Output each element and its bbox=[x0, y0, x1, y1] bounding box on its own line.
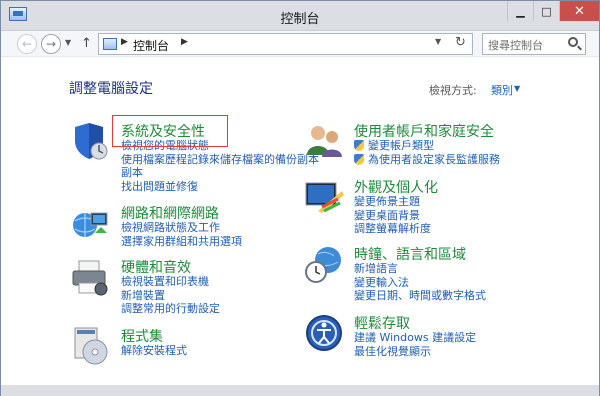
up-arrow-icon: ↑ bbox=[81, 36, 92, 51]
breadcrumb-separator-icon[interactable]: ▶ bbox=[121, 37, 128, 47]
programs-icon bbox=[74, 327, 108, 365]
view-by-label: 檢視方式: bbox=[429, 84, 477, 97]
search-input[interactable]: 搜尋控制台 bbox=[482, 33, 586, 55]
forward-button[interactable]: → bbox=[41, 34, 61, 54]
category-title[interactable]: 使用者帳戶和家庭安全 bbox=[354, 121, 494, 141]
category-title[interactable]: 程式集 bbox=[121, 326, 163, 346]
close-button[interactable]: ✕ bbox=[559, 1, 599, 21]
recent-pages-dropdown[interactable]: ▼ bbox=[65, 38, 71, 47]
status-bar bbox=[1, 385, 599, 396]
clock-globe-icon bbox=[305, 247, 341, 283]
link-mobility-settings[interactable]: 調整常用的行動設定 bbox=[121, 302, 220, 316]
selection-highlight-box bbox=[112, 115, 228, 147]
link-troubleshoot[interactable]: 找出問題並修復 bbox=[121, 180, 319, 194]
link-uninstall-program[interactable]: 解除安裝程式 bbox=[121, 344, 187, 358]
breadcrumb-separator-icon[interactable]: ▶ bbox=[181, 37, 188, 47]
link-add-device[interactable]: 新增裝置 bbox=[121, 289, 220, 303]
shield-icon bbox=[75, 123, 108, 160]
chevron-down-icon: ▼ bbox=[65, 38, 72, 47]
minimize-button[interactable]: ▁ bbox=[507, 1, 533, 21]
search-placeholder: 搜尋控制台 bbox=[488, 39, 543, 52]
forward-arrow-icon: → bbox=[45, 37, 57, 51]
printer-icon bbox=[72, 260, 108, 296]
control-panel-window: 控制台 ▁ □ ✕ ← → ▼ ↑ ▶ 控制台 ▶ ▼ ↻ 搜尋控制台 調整電腦… bbox=[0, 0, 600, 396]
category-title[interactable]: 外觀及個人化 bbox=[354, 177, 438, 197]
link-change-input-method[interactable]: 變更輸入法 bbox=[354, 276, 486, 290]
link-optimize-display[interactable]: 最佳化視覺顯示 bbox=[354, 345, 476, 359]
refresh-icon[interactable]: ↻ bbox=[455, 35, 466, 50]
link-devices-printers[interactable]: 檢視裝置和印表機 bbox=[121, 275, 220, 289]
back-arrow-icon: ← bbox=[21, 37, 33, 51]
address-dropdown-icon[interactable]: ▼ bbox=[435, 37, 441, 46]
appearance-icon bbox=[305, 182, 344, 213]
breadcrumb-control-panel[interactable]: 控制台 bbox=[133, 37, 169, 54]
maximize-button[interactable]: □ bbox=[533, 1, 559, 21]
maximize-icon: □ bbox=[541, 4, 552, 18]
link-desktop-background[interactable]: 變更桌面背景 bbox=[354, 209, 431, 223]
title-bar[interactable]: 控制台 ▁ □ ✕ bbox=[1, 1, 599, 31]
ease-of-access-icon bbox=[306, 315, 342, 351]
address-bar[interactable]: ▶ 控制台 ▶ ▼ ↻ bbox=[98, 33, 473, 55]
link-date-time-format[interactable]: 變更日期、時間或數字格式 bbox=[354, 289, 486, 303]
page-title: 調整電腦設定 bbox=[69, 81, 153, 97]
category-title[interactable]: 網路和網際網路 bbox=[121, 203, 219, 223]
back-button[interactable]: ← bbox=[17, 34, 37, 54]
link-windows-suggest-settings[interactable]: 建議 Windows 建議設定 bbox=[354, 331, 476, 345]
users-icon bbox=[307, 126, 342, 157]
network-icon bbox=[73, 212, 108, 237]
link-file-history[interactable]: 使用檔案歷程記錄來儲存檔案的備份副本 bbox=[121, 153, 319, 167]
link-change-theme[interactable]: 變更佈景主題 bbox=[354, 195, 431, 209]
link-add-language[interactable]: 新增語言 bbox=[354, 262, 486, 276]
up-button[interactable]: ↑ bbox=[81, 36, 92, 51]
category-title[interactable]: 硬體和音效 bbox=[121, 257, 191, 277]
link-family-safety[interactable]: 為使用者設定家長監護服務 bbox=[354, 153, 500, 167]
search-icon[interactable] bbox=[568, 37, 578, 47]
view-by-dropdown[interactable]: 類別 bbox=[491, 82, 513, 98]
category-title[interactable]: 時鐘、語言和區域 bbox=[354, 244, 466, 264]
link-homegroup[interactable]: 選擇家用群組和共用選項 bbox=[121, 235, 242, 249]
close-icon: ✕ bbox=[574, 3, 585, 19]
minimize-icon: ▁ bbox=[516, 4, 525, 18]
link-network-status[interactable]: 檢視網路狀態及工作 bbox=[121, 221, 242, 235]
link-screen-resolution[interactable]: 調整螢幕解析度 bbox=[354, 222, 431, 236]
control-panel-small-icon bbox=[103, 38, 117, 50]
link-change-account-type[interactable]: 變更帳戶類型 bbox=[354, 139, 500, 153]
view-by-chevron-icon[interactable]: ▼ bbox=[514, 84, 520, 93]
link-file-history-cont[interactable]: 副本 bbox=[121, 166, 319, 180]
category-title[interactable]: 輕鬆存取 bbox=[354, 313, 410, 333]
